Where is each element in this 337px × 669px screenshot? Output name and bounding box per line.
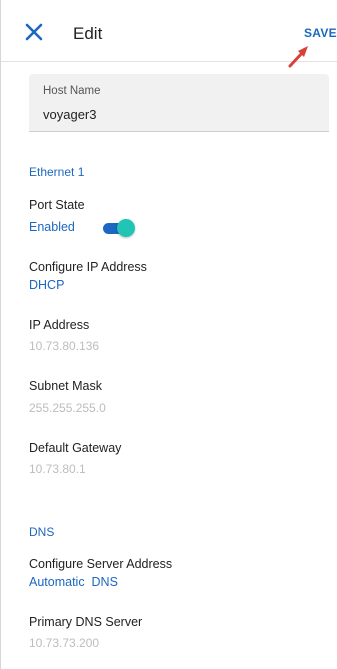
section-title-dns: DNS <box>29 525 55 539</box>
host-name-label: Host Name <box>43 85 101 97</box>
port-state-label: Port State <box>29 198 85 212</box>
page-title: Edit <box>73 24 103 43</box>
section-title-ethernet: Ethernet 1 <box>29 165 85 179</box>
close-button[interactable] <box>23 21 45 43</box>
configure-server-select[interactable]: Automatic DNS <box>29 575 118 589</box>
edit-screen: Edit SAVE Host Name voyager3 Ethernet 1 … <box>0 0 337 669</box>
close-icon <box>25 23 43 41</box>
annotation-arrow-icon <box>288 46 308 68</box>
default-gateway-value: 10.73.80.1 <box>29 462 86 476</box>
subnet-mask-value: 255.255.255.0 <box>29 401 106 415</box>
port-state-value: Enabled <box>29 220 75 234</box>
ip-address-value: 10.73.80.136 <box>29 339 100 353</box>
default-gateway-label: Default Gateway <box>29 441 122 455</box>
configure-ip-label: Configure IP Address <box>29 260 147 274</box>
ip-address-label: IP Address <box>29 318 90 332</box>
save-button[interactable]: SAVE <box>304 26 337 40</box>
configure-ip-select[interactable]: DHCP <box>29 278 64 292</box>
port-state-toggle[interactable] <box>103 219 135 237</box>
configure-server-label: Configure Server Address <box>29 557 173 571</box>
host-name-field[interactable]: Host Name voyager3 <box>29 74 329 132</box>
host-name-input[interactable]: voyager3 <box>43 107 96 122</box>
toggle-knob <box>117 219 135 237</box>
primary-dns-value: 10.73.73.200 <box>29 636 100 650</box>
subnet-mask-label: Subnet Mask <box>29 379 102 393</box>
primary-dns-label: Primary DNS Server <box>29 615 143 629</box>
